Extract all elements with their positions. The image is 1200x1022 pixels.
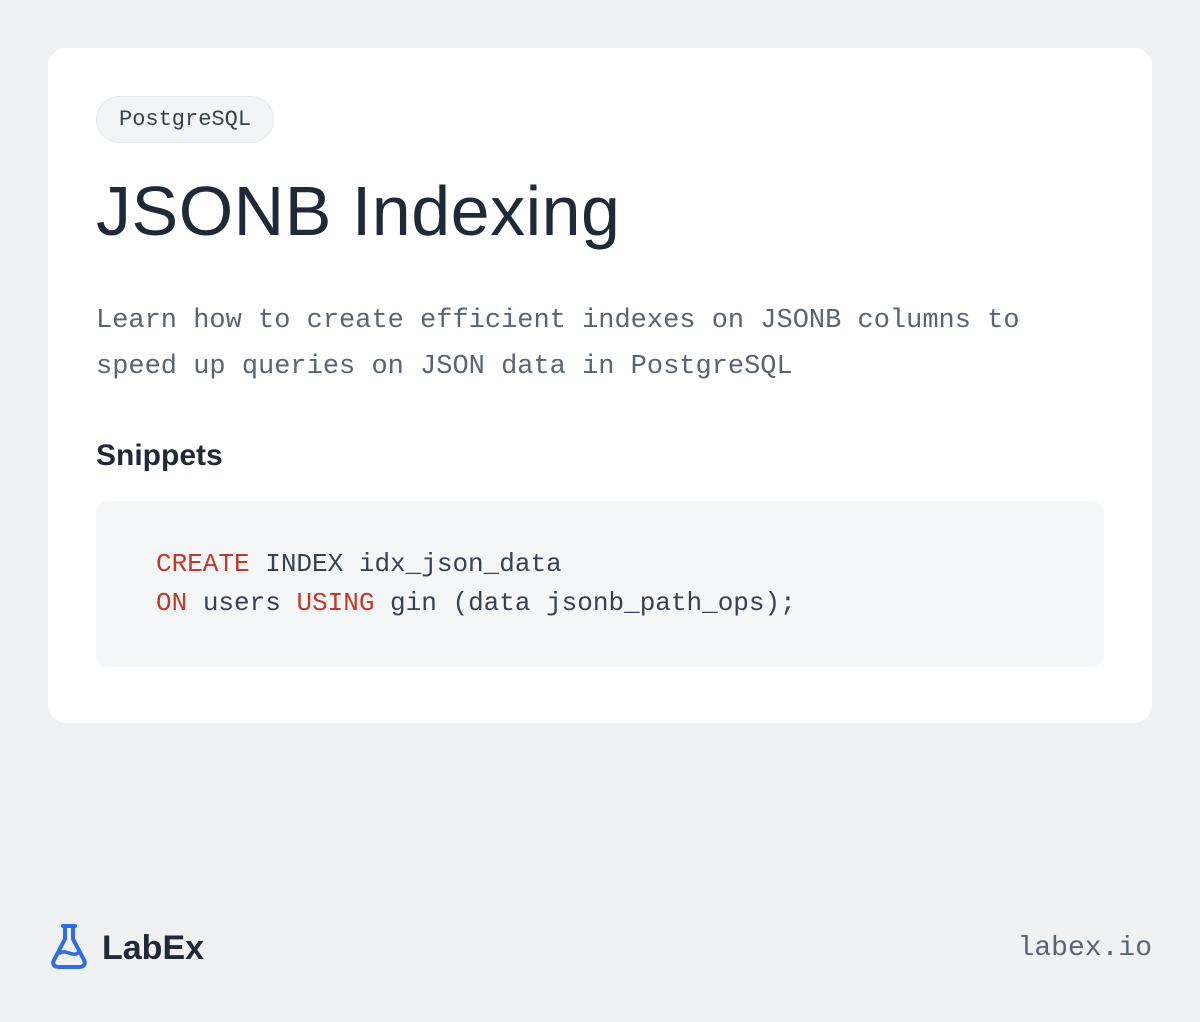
page-title: JSONB Indexing	[96, 171, 1104, 251]
code-text: gin (data jsonb_path_ops);	[374, 588, 795, 618]
code-keyword: ON	[156, 588, 187, 618]
category-tag: PostgreSQL	[96, 96, 274, 143]
footer: LabEx labex.io	[48, 895, 1152, 1022]
code-text: INDEX idx_json_data	[250, 549, 562, 579]
description-text: Learn how to create efficient indexes on…	[96, 299, 1104, 391]
snippets-heading: Snippets	[96, 439, 1104, 473]
code-text: users	[187, 588, 296, 618]
content-card: PostgreSQL JSONB Indexing Learn how to c…	[48, 48, 1152, 723]
brand: LabEx	[48, 923, 204, 974]
code-keyword: CREATE	[156, 549, 250, 579]
code-snippet: CREATE INDEX idx_json_data ON users USIN…	[96, 501, 1104, 667]
flask-icon	[48, 923, 90, 974]
brand-name: LabEx	[102, 929, 204, 968]
brand-domain: labex.io	[1018, 933, 1152, 964]
page: PostgreSQL JSONB Indexing Learn how to c…	[0, 0, 1200, 1022]
code-keyword: USING	[296, 588, 374, 618]
